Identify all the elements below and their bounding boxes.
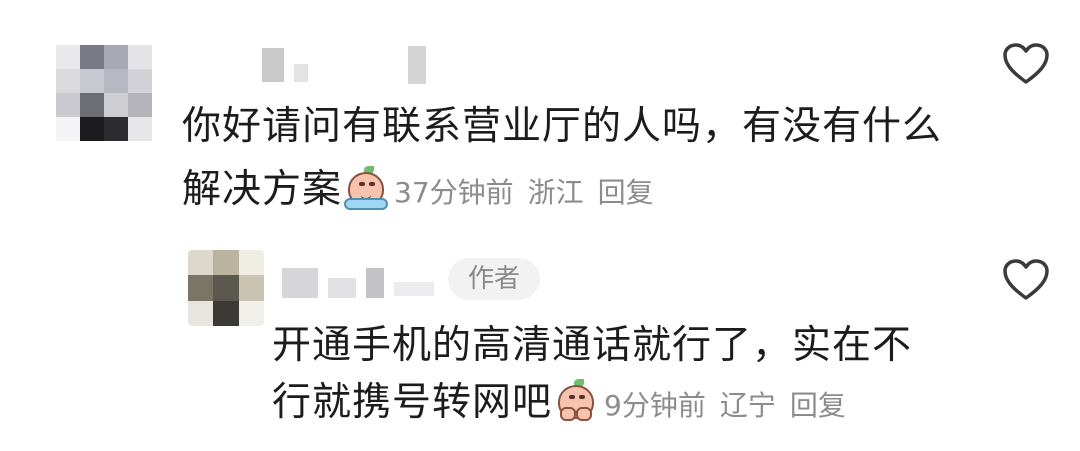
like-heart-icon[interactable] <box>1002 42 1050 86</box>
reply-button[interactable]: 回复 <box>598 176 654 209</box>
crying-emoji-icon <box>342 166 390 210</box>
reply-button[interactable]: 回复 <box>790 389 846 422</box>
comment-text-line: 你好请问有联系营业厅的人吗，有没有什么 <box>182 104 943 149</box>
username-blurred[interactable] <box>282 268 434 298</box>
reply-time: 9分钟前 <box>604 389 706 422</box>
comment-text-line: 解决方案 <box>182 167 343 212</box>
author-badge: 作者 <box>448 258 540 300</box>
reply-text-line: 开通手机的高清通话就行了，实在不 <box>272 323 913 368</box>
reply-location: 辽宁 <box>719 389 776 422</box>
avatar[interactable] <box>188 250 264 326</box>
reply-text-line: 行就携号转网吧 <box>272 380 553 425</box>
like-heart-icon[interactable] <box>1002 258 1050 302</box>
comment-location: 浙江 <box>527 176 584 209</box>
avatar[interactable] <box>56 45 152 141</box>
comment-time: 37分钟前 <box>394 176 514 209</box>
comment-text: 你好请问有联系营业厅的人吗，有没有什么 <box>182 99 942 155</box>
comment-text-second-line: 解决方案 37分钟前 浙江 回复 <box>182 162 668 221</box>
reply-text-second-line: 行就携号转网吧 9分钟前 辽宁 回复 <box>272 375 860 434</box>
reply-meta: 9分钟前 辽宁 回复 <box>604 389 860 422</box>
username-blurred[interactable] <box>262 46 426 84</box>
praying-emoji-icon <box>552 379 600 423</box>
reply-text: 开通手机的高清通话就行了，实在不 <box>272 318 912 374</box>
comment-meta: 37分钟前 浙江 回复 <box>394 176 668 209</box>
